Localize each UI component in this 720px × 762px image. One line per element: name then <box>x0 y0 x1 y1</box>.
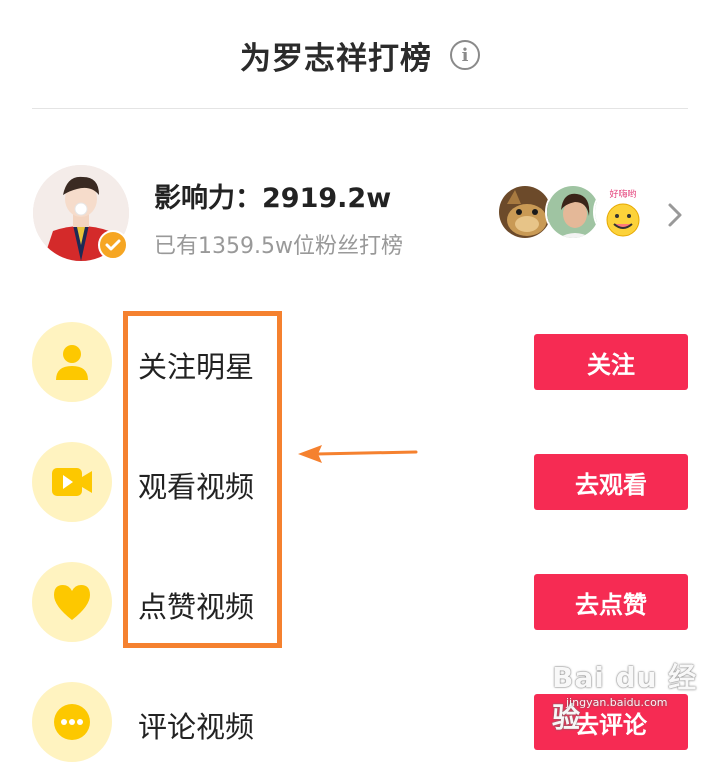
comment-icon <box>32 682 112 762</box>
info-icon[interactable]: i <box>450 40 480 70</box>
verified-badge-icon <box>98 230 128 260</box>
watch-button[interactable]: 去观看 <box>534 454 688 510</box>
page-header: 为罗志祥打榜 i <box>0 30 720 80</box>
fan-avatar: 好嗨哟 <box>593 184 649 240</box>
follow-button[interactable]: 关注 <box>534 334 688 390</box>
page-title: 为罗志祥打榜 <box>240 40 432 77</box>
arrow-left-icon <box>298 445 418 463</box>
chevron-right-icon[interactable] <box>664 199 686 231</box>
fan-avatars[interactable]: 好嗨哟 <box>497 184 649 244</box>
fan-count: 已有1359.5w位粉丝打榜 <box>154 234 403 259</box>
heart-icon <box>32 562 112 642</box>
video-camera-icon <box>32 442 112 522</box>
like-button[interactable]: 去点赞 <box>534 574 688 630</box>
influence-value: 影响力：2919.2w <box>154 183 392 214</box>
baidu-watermark: Bai du 经验 jingyan.baidu.com <box>552 656 712 734</box>
fan-sticker-text: 好嗨哟 <box>609 188 636 200</box>
person-icon <box>32 322 112 402</box>
task-label-comment: 评论视频 <box>138 710 255 744</box>
header-divider <box>32 108 688 109</box>
highlight-box <box>123 311 282 648</box>
watermark-url: jingyan.baidu.com <box>566 696 668 709</box>
rank-page: 为罗志祥打榜 i 影响力：2919.2w 已有1359.5w位粉丝打榜 好嗨哟 … <box>0 0 720 762</box>
